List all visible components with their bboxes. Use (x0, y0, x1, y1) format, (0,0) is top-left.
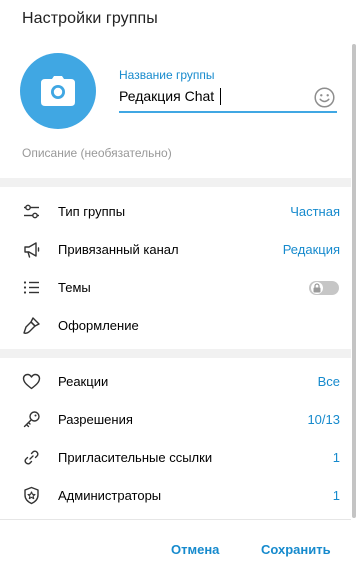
administrators-value: 1 (332, 488, 340, 503)
permissions-value: 10/13 (307, 412, 340, 427)
group-type-row[interactable]: Тип группы Частная (0, 192, 351, 230)
linked-channel-value: Редакция (282, 242, 340, 257)
topics-label: Темы (58, 280, 91, 295)
group-name-underline (119, 111, 337, 113)
sliders-icon (24, 204, 39, 219)
linked-channel-label: Привязанный канал (58, 242, 179, 257)
appearance-label: Оформление (58, 318, 139, 333)
permissions-row[interactable]: Разрешения 10/13 (0, 400, 351, 438)
group-type-value: Частная (290, 204, 340, 219)
list-icon (23, 281, 39, 294)
group-name-input[interactable]: Редакция Chat (119, 88, 214, 104)
toggle-knob (311, 282, 323, 294)
shield-star-icon (24, 486, 39, 505)
save-button[interactable]: Сохранить (261, 542, 331, 557)
scrollbar[interactable] (352, 44, 356, 518)
group-name-label: Название группы (119, 68, 215, 82)
group-type-label: Тип группы (58, 204, 126, 219)
invite-links-label: Пригласительные ссылки (58, 450, 213, 465)
administrators-row[interactable]: Администраторы 1 (0, 476, 351, 514)
reactions-label: Реакции (58, 374, 109, 389)
text-caret (220, 88, 221, 105)
invite-links-value: 1 (332, 450, 340, 465)
megaphone-icon (24, 242, 40, 258)
group-avatar-upload[interactable] (20, 53, 96, 129)
heart-icon (22, 373, 41, 390)
topics-row[interactable]: Темы (0, 268, 351, 306)
camera-icon (41, 76, 75, 106)
topics-toggle[interactable] (309, 281, 339, 295)
lock-icon (313, 283, 321, 293)
link-icon (24, 450, 39, 465)
linked-channel-row[interactable]: Привязанный канал Редакция (0, 230, 351, 268)
invite-links-row[interactable]: Пригласительные ссылки 1 (0, 438, 351, 476)
description-input[interactable]: Описание (необязательно) (22, 146, 172, 160)
section-divider (0, 349, 351, 358)
cancel-button[interactable]: Отмена (171, 542, 219, 557)
permissions-label: Разрешения (58, 412, 133, 427)
brush-icon (23, 317, 40, 334)
footer-divider (0, 519, 351, 520)
reactions-row[interactable]: Реакции Все (0, 362, 351, 400)
dialog-title: Настройки группы (22, 10, 158, 27)
section-divider (0, 178, 351, 187)
key-icon (23, 411, 40, 428)
reactions-value: Все (317, 374, 340, 389)
administrators-label: Администраторы (58, 488, 162, 503)
appearance-row[interactable]: Оформление (0, 306, 351, 344)
emoji-icon[interactable] (314, 87, 335, 108)
group-settings-dialog: Настройки группы Название группы Редакци… (0, 0, 357, 575)
